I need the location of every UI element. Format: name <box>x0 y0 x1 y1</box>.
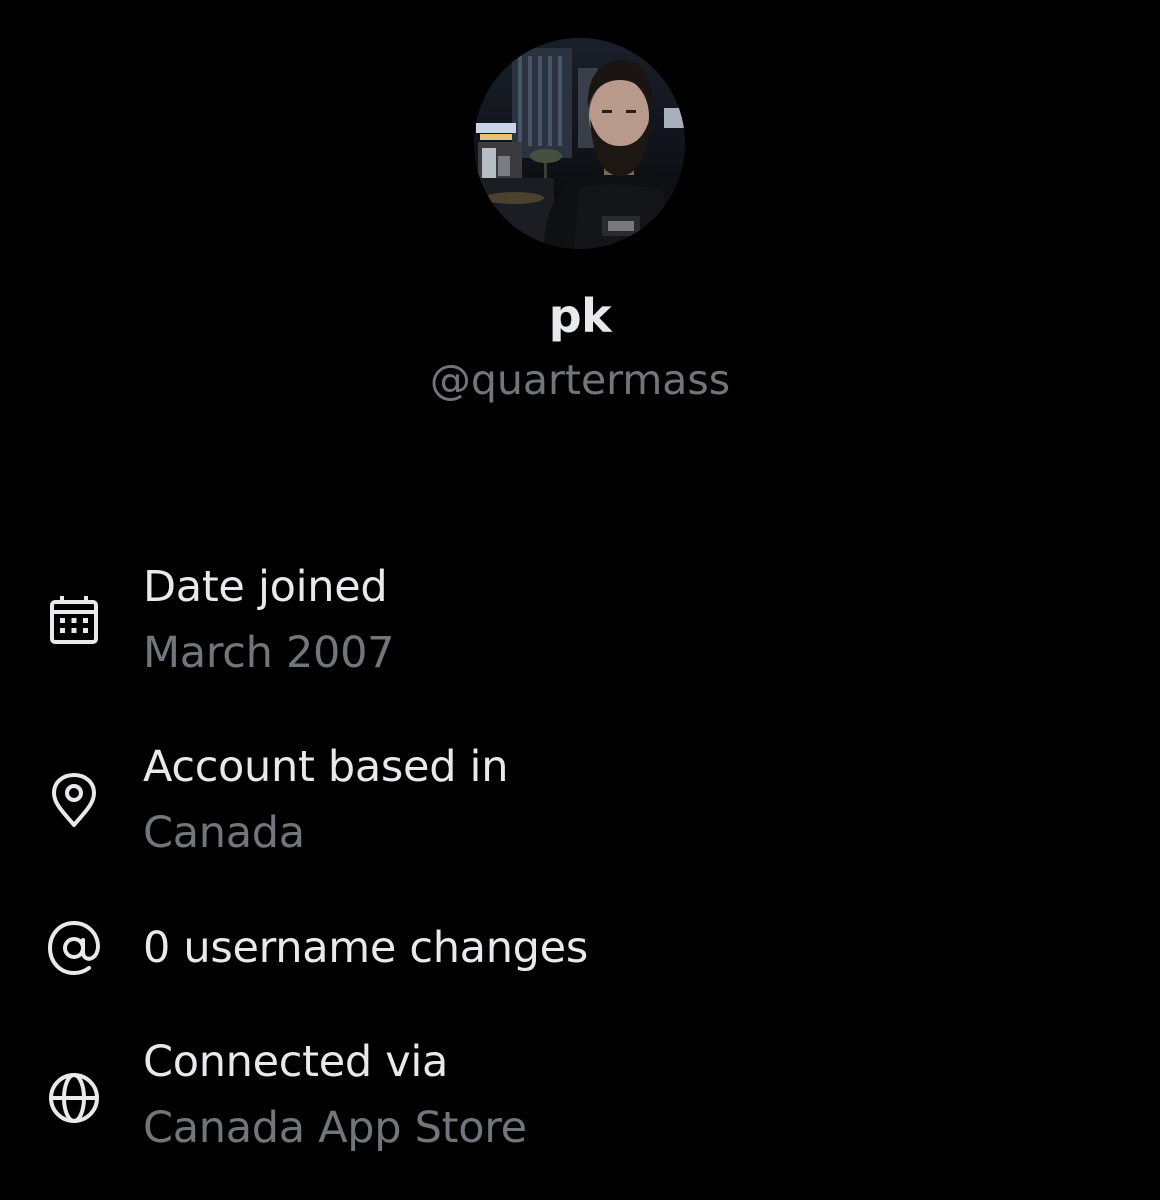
date-joined-value: March 2007 <box>143 628 395 678</box>
location-pin-icon <box>44 771 104 831</box>
account-based-in-value: Canada <box>143 808 305 858</box>
globe-icon <box>44 1068 104 1128</box>
avatar-photo <box>474 38 685 249</box>
connected-via-label: Connected via <box>143 1037 449 1087</box>
profile-avatar[interactable] <box>474 38 685 249</box>
profile-display-name: pk <box>548 289 612 343</box>
calendar-icon <box>44 590 104 650</box>
date-joined-label: Date joined <box>143 562 388 612</box>
connected-via-value: Canada App Store <box>143 1103 527 1153</box>
username-changes-label: 0 username changes <box>143 923 588 973</box>
at-sign-icon <box>44 918 104 978</box>
profile-handle: @quartermass <box>429 356 731 404</box>
account-based-in-label: Account based in <box>143 742 509 792</box>
